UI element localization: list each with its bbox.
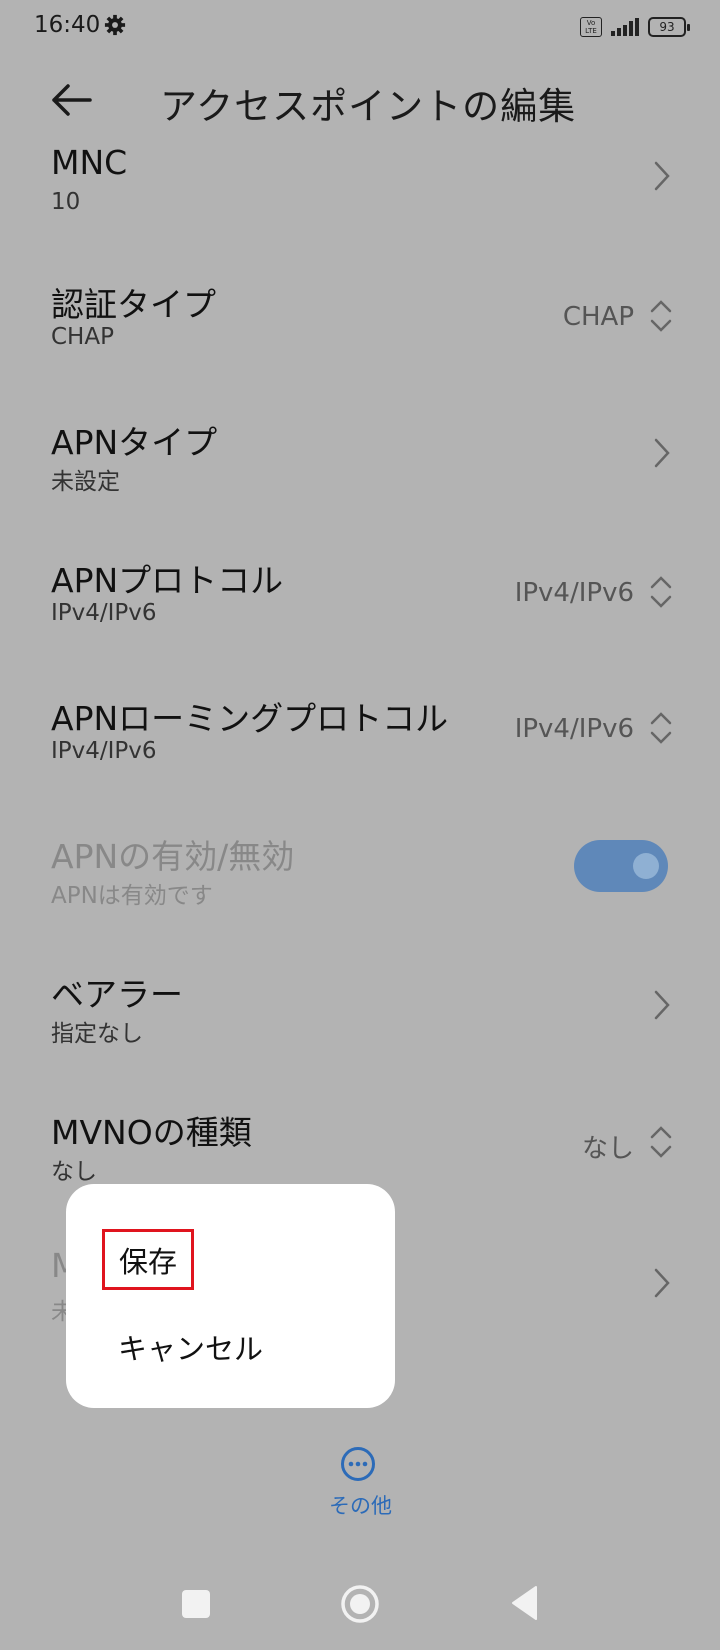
status-bar: 16:40 Vo LTE 93 bbox=[0, 0, 720, 56]
setting-subtitle: IPv4/IPv6 bbox=[51, 738, 157, 764]
setting-subtitle: 未設定 bbox=[51, 469, 120, 495]
apn-enable-toggle[interactable] bbox=[574, 840, 668, 892]
chevron-updown-icon bbox=[650, 576, 672, 608]
setting-value: なし bbox=[581, 1134, 634, 1164]
setting-title: ベアラー bbox=[51, 975, 183, 1014]
setting-subtitle: IPv4/IPv6 bbox=[51, 600, 157, 626]
setting-row-bearer[interactable]: ベアラー 指定なし bbox=[0, 968, 720, 1078]
setting-subtitle: なし bbox=[51, 1159, 97, 1185]
page-title: アクセスポイントの編集 bbox=[160, 85, 577, 128]
setting-row-apn-type[interactable]: APNタイプ 未設定 bbox=[0, 416, 720, 526]
app-header: アクセスポイントの編集 bbox=[0, 60, 720, 140]
more-dots-icon bbox=[341, 1447, 375, 1481]
setting-subtitle: 指定なし bbox=[51, 1021, 143, 1047]
toggle-knob bbox=[633, 853, 659, 879]
setting-value: IPv4/IPv6 bbox=[514, 714, 634, 744]
chevron-right-icon bbox=[654, 438, 670, 468]
more-label: その他 bbox=[329, 1494, 392, 1518]
setting-title: MNC bbox=[51, 143, 128, 182]
setting-row-apn-enable: APNの有効/無効 APNは有効です bbox=[0, 830, 720, 940]
setting-subtitle: 10 bbox=[51, 189, 81, 215]
setting-row-mnc[interactable]: MNC 10 bbox=[0, 143, 720, 253]
popup-menu: 保存 キャンセル bbox=[66, 1184, 395, 1408]
setting-value: IPv4/IPv6 bbox=[514, 578, 634, 608]
battery-icon: 93 bbox=[648, 17, 690, 37]
chevron-right-icon bbox=[654, 161, 670, 191]
chevron-updown-icon bbox=[650, 1126, 672, 1158]
back-triangle-icon[interactable] bbox=[510, 1585, 540, 1621]
chevron-right-icon bbox=[654, 1268, 670, 1298]
status-icons: Vo LTE 93 bbox=[580, 16, 690, 38]
recents-button[interactable] bbox=[182, 1590, 210, 1618]
home-button[interactable] bbox=[340, 1584, 380, 1624]
setting-value: CHAP bbox=[562, 302, 634, 332]
save-menu-item[interactable]: 保存 bbox=[102, 1229, 195, 1290]
chevron-right-icon bbox=[654, 990, 670, 1020]
setting-title: MVNOの種類 bbox=[51, 1113, 252, 1152]
setting-row-auth-type[interactable]: 認証タイプ CHAP CHAP bbox=[0, 278, 720, 388]
more-button[interactable]: その他 bbox=[320, 1446, 400, 1530]
setting-title: APNプロトコル bbox=[51, 561, 284, 600]
volte-icon: Vo LTE bbox=[580, 17, 602, 37]
status-time: 16:40 bbox=[34, 12, 101, 38]
chevron-updown-icon bbox=[650, 712, 672, 744]
chevron-updown-icon bbox=[650, 300, 672, 332]
arrow-left-icon[interactable] bbox=[48, 78, 96, 122]
gear-icon bbox=[104, 14, 126, 36]
setting-row-apn-roaming-protocol[interactable]: APNローミングプロトコル IPv4/IPv6 IPv4/IPv6 bbox=[0, 692, 720, 802]
cancel-menu-item[interactable]: キャンセル bbox=[118, 1326, 263, 1368]
setting-title: APNローミングプロトコル bbox=[51, 699, 449, 738]
setting-title: APNタイプ bbox=[51, 423, 218, 462]
setting-title: 認証タイプ bbox=[51, 285, 216, 324]
setting-subtitle: APNは有効です bbox=[51, 883, 213, 909]
setting-title: APNの有効/無効 bbox=[51, 837, 295, 876]
setting-subtitle: CHAP bbox=[51, 324, 114, 350]
signal-icon bbox=[611, 18, 639, 36]
setting-row-apn-protocol[interactable]: APNプロトコル IPv4/IPv6 IPv4/IPv6 bbox=[0, 554, 720, 664]
